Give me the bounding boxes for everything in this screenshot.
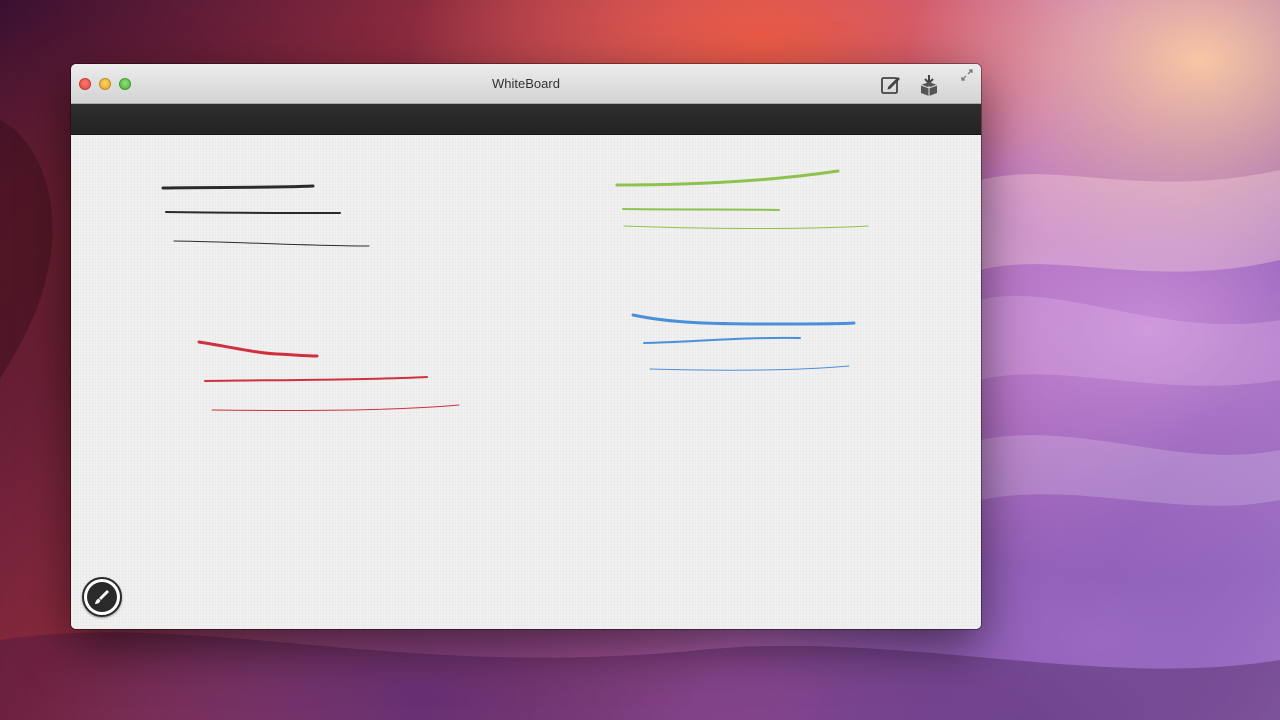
stroke-black-medium — [165, 211, 341, 214]
drawing-canvas[interactable] — [71, 135, 981, 629]
export-button[interactable] — [917, 73, 941, 97]
compose-icon — [881, 77, 900, 94]
title-bar[interactable]: WhiteBoard — [71, 64, 981, 104]
strokes-layer — [161, 169, 869, 411]
stroke-green-thin — [623, 225, 869, 230]
export-icon — [920, 75, 938, 96]
toolbar-strip — [71, 104, 981, 135]
stroke-green-medium — [622, 208, 780, 211]
fullscreen-icon — [961, 69, 973, 81]
brush-icon — [95, 590, 109, 604]
brush-tool-inner — [87, 582, 117, 612]
stroke-black-thin — [173, 240, 370, 247]
stroke-black-thick — [161, 184, 315, 190]
whiteboard-window: WhiteBoard — [71, 64, 981, 629]
stroke-green-thick — [615, 169, 840, 187]
brush-tool-button[interactable] — [82, 577, 122, 617]
stroke-blue-medium — [643, 336, 801, 344]
compose-button[interactable] — [879, 73, 903, 97]
window-title: WhiteBoard — [492, 76, 560, 91]
stroke-red-thick — [197, 340, 319, 358]
stroke-blue-thin — [649, 365, 850, 371]
stroke-red-thin — [211, 404, 460, 411]
stroke-blue-thick — [631, 313, 856, 326]
fullscreen-button[interactable] — [960, 68, 974, 82]
stroke-red-medium — [204, 376, 428, 382]
